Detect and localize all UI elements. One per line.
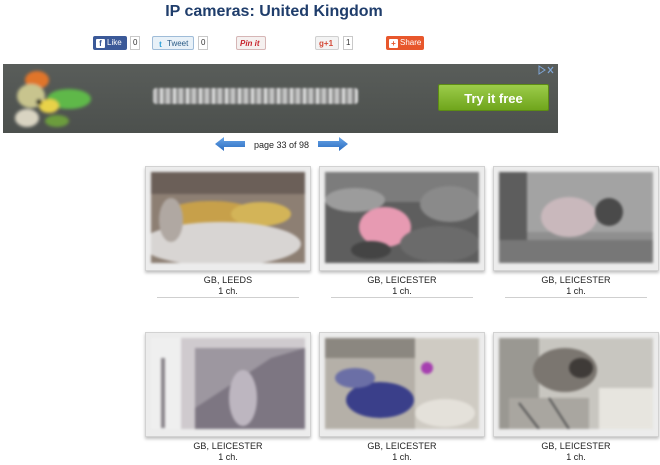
camera-channels: 1 ch. xyxy=(218,452,238,462)
camera-thumbnail[interactable] xyxy=(145,166,311,271)
share-button[interactable]: + Share xyxy=(386,36,424,50)
google-plus-label: +1 xyxy=(323,39,334,48)
camera-channels: 1 ch. xyxy=(392,452,412,462)
facebook-like-count: 0 xyxy=(130,36,141,50)
tweet-label: Tweet xyxy=(167,39,189,48)
ad-banner[interactable]: Try it free xyxy=(3,64,558,133)
tweet-button[interactable]: t Tweet xyxy=(152,36,194,50)
pinterest-button[interactable]: Pin it xyxy=(236,36,266,50)
share-label: Share xyxy=(400,38,422,47)
camera-feed-image xyxy=(325,338,479,429)
camera-thumbnail[interactable] xyxy=(319,166,485,271)
camera-location: GB, LEICESTER xyxy=(541,441,611,451)
camera-feed-image xyxy=(499,338,653,429)
camera-card[interactable]: GB, LEICESTER 1 ch. xyxy=(493,332,660,465)
camera-card[interactable]: GB, LEICESTER 1 ch. xyxy=(319,166,486,299)
divider xyxy=(157,297,299,298)
facebook-like-button[interactable]: f Like xyxy=(93,36,127,50)
adchoices-icon[interactable] xyxy=(537,65,555,75)
pager: page 33 of 98 xyxy=(215,136,348,152)
share-icon: + xyxy=(389,39,398,48)
camera-channels: 1 ch. xyxy=(566,286,586,296)
camera-channels: 1 ch. xyxy=(218,286,238,296)
camera-feed-image xyxy=(151,338,305,429)
camera-location: GB, LEICESTER xyxy=(541,275,611,285)
camera-channels: 1 ch. xyxy=(392,286,412,296)
tweet-count: 0 xyxy=(198,36,209,50)
ad-text-image xyxy=(153,88,358,104)
arrow-right-icon[interactable] xyxy=(318,137,348,151)
camera-location: GB, LEICESTER xyxy=(367,441,437,451)
camera-feed-image xyxy=(325,172,479,263)
camera-channels: 1 ch. xyxy=(566,452,586,462)
camera-location: GB, LEICESTER xyxy=(193,441,263,451)
page-title: IP cameras: United Kingdom xyxy=(165,3,383,20)
twitter-icon: t xyxy=(159,40,162,49)
camera-card[interactable]: GB, LEEDS 1 ch. xyxy=(145,166,312,299)
arrow-left-icon[interactable] xyxy=(215,137,245,151)
camera-thumbnail[interactable] xyxy=(493,332,659,437)
google-plus-count: 1 xyxy=(343,36,354,50)
camera-card[interactable]: GB, LEICESTER 1 ch. xyxy=(319,332,486,465)
divider xyxy=(505,297,647,298)
camera-location: GB, LEICESTER xyxy=(367,275,437,285)
facebook-like-label: Like xyxy=(107,38,122,47)
camera-card[interactable]: GB, LEICESTER 1 ch. xyxy=(145,332,312,465)
page-indicator: page 33 of 98 xyxy=(253,140,310,150)
camera-feed-image xyxy=(151,172,305,263)
google-plus-button[interactable]: g+1 xyxy=(315,36,339,50)
camera-thumbnail[interactable] xyxy=(493,166,659,271)
camera-card[interactable]: GB, LEICESTER 1 ch. xyxy=(493,166,660,299)
camera-thumbnail[interactable] xyxy=(319,332,485,437)
facebook-icon: f xyxy=(96,39,105,48)
camera-thumbnail[interactable] xyxy=(145,332,311,437)
camera-location: GB, LEEDS xyxy=(203,275,253,285)
camera-feed-image xyxy=(499,172,653,263)
ad-fish-image xyxy=(15,71,91,127)
try-it-free-button[interactable]: Try it free xyxy=(438,84,549,111)
divider xyxy=(331,297,473,298)
